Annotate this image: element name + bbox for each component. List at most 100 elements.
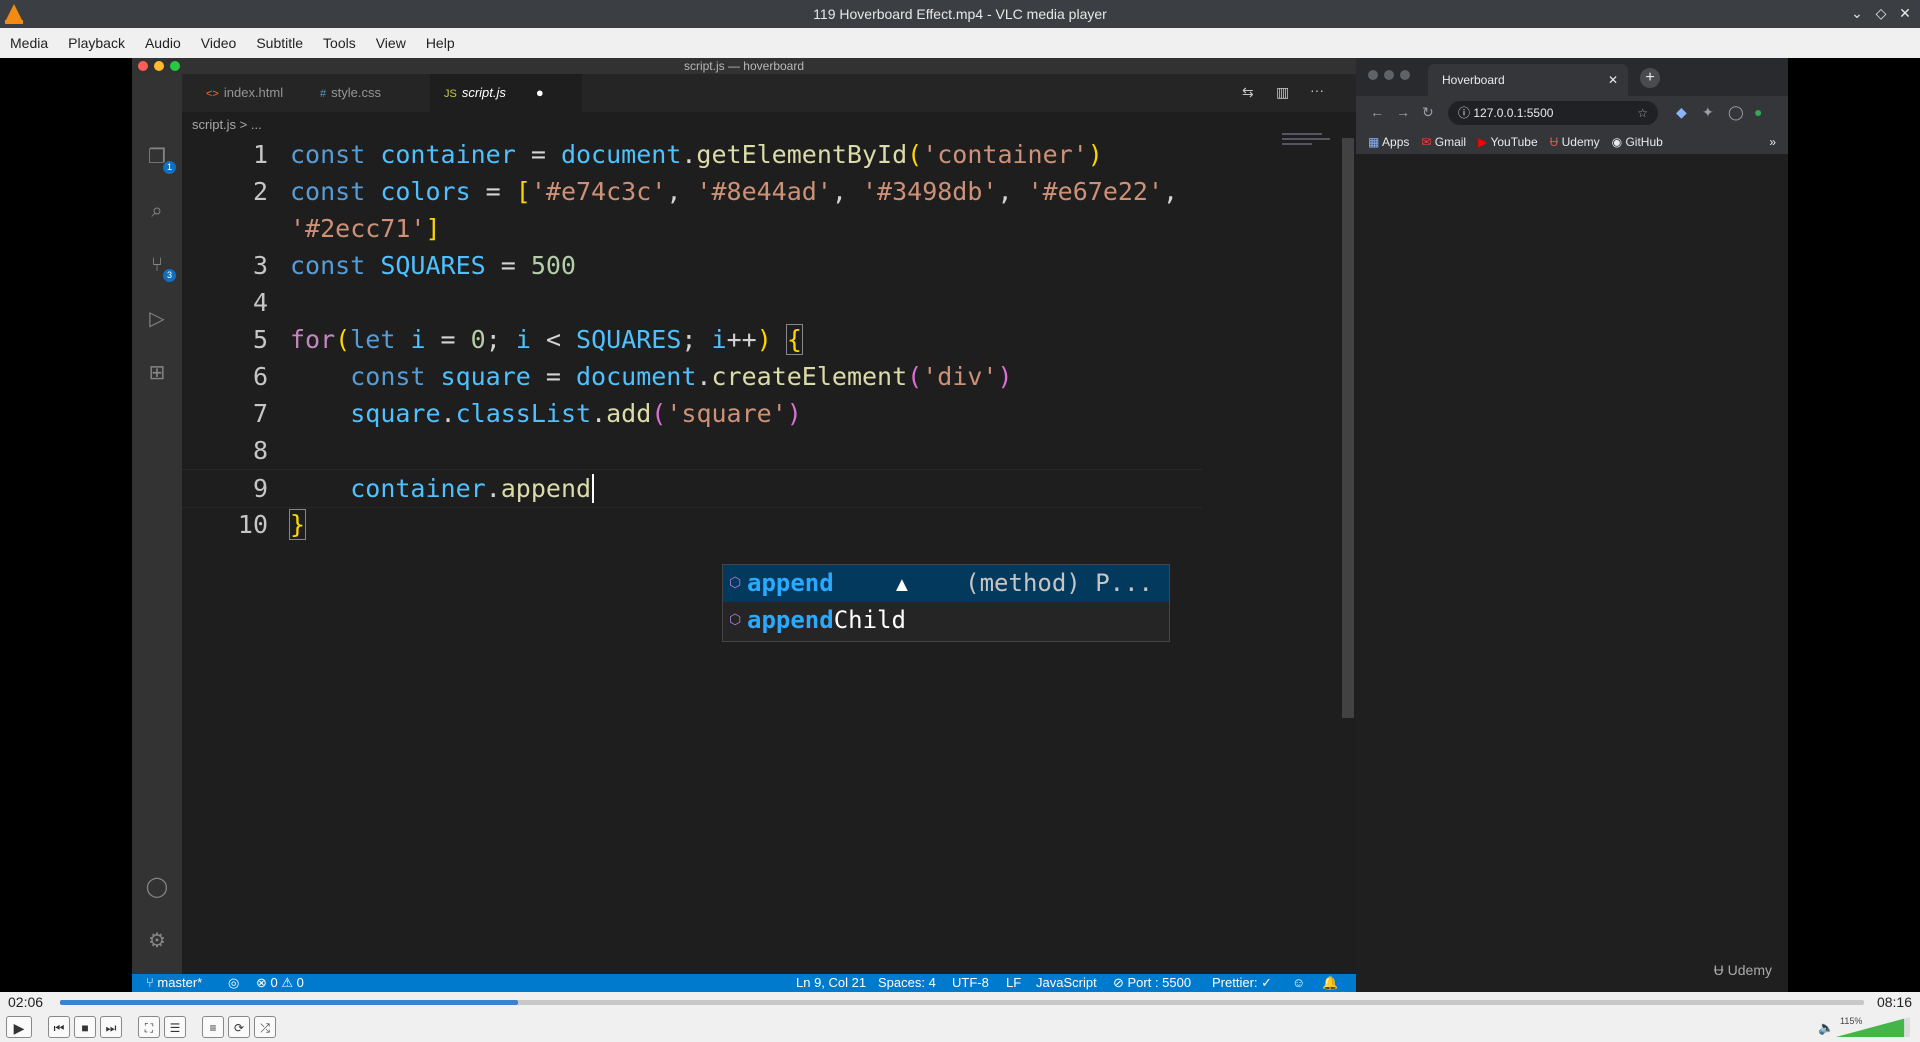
bookmark-apps: ▦ Apps [1368, 130, 1409, 154]
autocomplete-widget: ⬡ append (method) P... ⬡ appendChild [722, 564, 1170, 642]
code-text: square.classList.add('square') [350, 399, 802, 428]
loop-button[interactable]: ⟳ [228, 1016, 250, 1038]
activity-bar: ❐ 1 ⌕ ⑂ 3 ▷ ⊞ ◯ ⚙ [132, 74, 182, 974]
suggestion-append[interactable]: ⬡ append (method) P... [723, 565, 1169, 602]
suggestion-match: append [747, 569, 834, 597]
menu-video[interactable]: Video [191, 28, 247, 58]
speaker-icon[interactable]: 🔈 [1818, 1020, 1834, 1036]
extended-settings-button[interactable]: ☰ [164, 1016, 186, 1038]
unsaved-dot-icon: ● [535, 85, 544, 100]
editor-scrollbar [1342, 138, 1354, 718]
bell-icon: 🔔 [1322, 975, 1339, 990]
maximize-dot-icon [170, 61, 180, 71]
account-icon: ● [1754, 104, 1763, 120]
line-number: 8 [252, 436, 268, 465]
code-text: '#2ecc71'] [290, 214, 441, 243]
html-file-icon: <> [206, 88, 219, 100]
prettier-status: Prettier: ✓ [1212, 975, 1273, 990]
code-editor: 1 const container = document.getElementBy… [182, 136, 1282, 966]
suggestion-appendchild[interactable]: ⬡ appendChild [723, 602, 1169, 639]
menu-media[interactable]: Media [0, 28, 58, 58]
mouse-cursor-icon: ▲ [892, 574, 912, 596]
line-number: 9 [252, 474, 268, 503]
feedback-icon: ☺ [1292, 975, 1306, 990]
back-icon: ← [1370, 104, 1384, 120]
udemy-logo-icon: Ʉ [1713, 962, 1728, 978]
vscode-title: script.js — hoverboard [132, 58, 1356, 74]
line-number: 7 [252, 399, 268, 428]
menu-audio[interactable]: Audio [135, 28, 191, 58]
address-bar: ⓘ 127.0.0.1:5500 ☆ [1448, 101, 1658, 125]
seek-slider[interactable] [60, 1000, 1864, 1005]
seek-row: 02:06 08:16 [0, 992, 1920, 1012]
profile-icon: ◯ [1728, 104, 1744, 120]
search-icon: ⌕ [151, 200, 163, 222]
gear-icon: ⚙ [148, 930, 166, 952]
fullscreen-button[interactable]: ⛶ [138, 1016, 160, 1038]
code-text: const colors = ['#e74c3c', '#8e44ad', '#… [290, 177, 1179, 206]
play-button[interactable]: ▶ [6, 1016, 32, 1038]
vscode-title-text: script.js — hoverboard [683, 59, 805, 73]
sync-icon: ◎ [228, 975, 240, 990]
menu-playback[interactable]: Playback [58, 28, 135, 58]
tab-index-html: <> index.html [192, 74, 320, 112]
bookmark-gmail: ✉ Gmail [1421, 130, 1466, 154]
suggestion-rest: Child [833, 606, 906, 634]
line-number: 3 [252, 251, 268, 280]
playback-controls: ▶ ⏮ ■ ⏭ ⛶ ☰ ≡ ⟳ ⤮ 🔈 115% [0, 1012, 1920, 1042]
method-icon: ⬡ [729, 612, 742, 628]
explorer-badge: 1 [163, 161, 176, 174]
youtube-icon: ▶ [1478, 135, 1491, 149]
more-actions-icon: ··· [1310, 82, 1324, 98]
menu-subtitle[interactable]: Subtitle [246, 28, 313, 58]
menu-view[interactable]: View [366, 28, 416, 58]
udemy-watermark: Ʉ Udemy [1714, 962, 1772, 978]
window-title: 119 Hoverboard Effect.mp4 - VLC media pl… [813, 6, 1107, 22]
cursor-position: Ln 9, Col 21 [796, 975, 867, 990]
seek-progress-fill [60, 1000, 519, 1005]
info-icon: ⓘ [1458, 106, 1474, 120]
code-text: } [288, 509, 307, 540]
tab-script-js: JS script.js ● [430, 74, 582, 112]
menu-tools[interactable]: Tools [313, 28, 366, 58]
branch-status: ⑂ master* [146, 974, 202, 992]
browser-tab-strip: Hoverboard ✕ + [1356, 58, 1788, 96]
apps-icon: ▦ [1368, 135, 1383, 149]
tab-label: style.css [331, 85, 381, 100]
minimize-dot-icon [154, 61, 164, 71]
minimize-button[interactable]: ⌄ [1848, 4, 1866, 22]
total-time: 08:16 [1876, 994, 1912, 1010]
account-icon: ◯ [145, 876, 169, 898]
shuffle-button[interactable]: ⤮ [254, 1016, 276, 1038]
eol-status: LF [1006, 975, 1022, 990]
js-file-icon: JS [444, 88, 457, 100]
volume-label: 115% [1840, 1016, 1863, 1026]
minimap [1282, 133, 1332, 153]
previous-button[interactable]: ⏮ [48, 1016, 70, 1038]
maximize-button[interactable]: ◇ [1872, 4, 1890, 22]
gmail-icon: ✉ [1421, 135, 1435, 149]
close-button[interactable]: ✕ [1896, 4, 1914, 22]
bookmark-youtube: ▶ YouTube [1478, 130, 1538, 154]
bookmark-label: YouTube [1490, 135, 1538, 149]
volume-slider[interactable]: 115% [1836, 1016, 1912, 1038]
extensions-icon: ⊞ [148, 362, 166, 384]
url-text: 127.0.0.1:5500 [1473, 106, 1554, 120]
css-file-icon: # [320, 88, 327, 100]
close-icon: ✕ [1607, 73, 1618, 87]
breadcrumb: script.js > ... [192, 117, 262, 132]
branch-label: master* [157, 975, 203, 990]
menu-help[interactable]: Help [416, 28, 465, 58]
bookmark-label: Gmail [1434, 135, 1467, 149]
indent-status: Spaces: 4 [878, 975, 936, 990]
next-button[interactable]: ⏭ [100, 1016, 122, 1038]
new-tab-icon: + [1640, 68, 1660, 88]
star-icon: ☆ [1637, 106, 1648, 120]
stop-button[interactable]: ■ [74, 1016, 96, 1038]
playlist-button[interactable]: ≡ [202, 1016, 224, 1038]
browser-toolbar: ← → ↻ ⓘ 127.0.0.1:5500 ☆ ◆ ✦ ◯ ● [1356, 96, 1788, 130]
line-number: 4 [252, 288, 268, 317]
bookmark-udemy: Ʉ Udemy [1550, 130, 1600, 154]
more-bookmarks-icon: » [1769, 135, 1776, 149]
bookmark-label: GitHub [1625, 135, 1663, 149]
